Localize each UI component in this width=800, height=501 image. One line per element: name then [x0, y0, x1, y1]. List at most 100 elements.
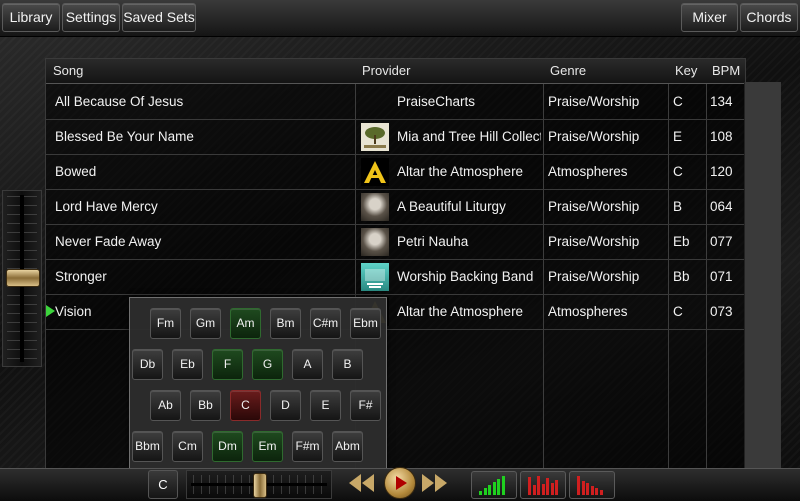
table-row[interactable]: Bowed Altar the Atmosphere Atmospheres C 120	[46, 154, 745, 190]
table-row[interactable]: Lord Have Mercy A Beautiful Liturgy Praise…	[46, 189, 745, 225]
mixer-button[interactable]: Mixer	[681, 3, 738, 32]
table-row[interactable]: Stronger Worship Backing Band Praise/Worsh…	[46, 259, 745, 295]
song-bpm: 108	[710, 129, 733, 144]
chord-key-ebm[interactable]: Ebm	[350, 308, 381, 339]
provider-name: PraiseCharts	[397, 94, 476, 109]
portrait-photo-icon	[361, 228, 389, 256]
chord-key-b[interactable]: B	[332, 349, 363, 380]
song-key: C	[673, 94, 683, 109]
chord-key-cm[interactable]: Cm	[172, 431, 203, 462]
song-title: Lord Have Mercy	[55, 199, 158, 214]
saved-sets-button[interactable]: Saved Sets	[122, 3, 196, 32]
header-key[interactable]: Key	[675, 59, 697, 83]
backing-band-icon	[361, 263, 389, 291]
meter-bar	[590, 486, 594, 495]
chord-key-bb[interactable]: Bb	[190, 390, 221, 421]
chord-key-c[interactable]: C	[230, 390, 261, 421]
meter-bar	[488, 485, 491, 495]
song-bpm: 073	[710, 304, 733, 319]
chord-key-a[interactable]: A	[292, 349, 323, 380]
provider-name: Mia and Tree Hill Collective	[397, 129, 541, 144]
green-level-meter[interactable]	[471, 471, 517, 499]
chord-key-fsharpm[interactable]: F#m	[292, 431, 323, 462]
chord-key-f[interactable]: F	[212, 349, 243, 380]
play-icon	[396, 476, 407, 490]
song-bpm: 077	[710, 234, 733, 249]
song-key: C	[673, 164, 683, 179]
chord-key-d[interactable]: D	[270, 390, 301, 421]
header-bpm[interactable]: BPM	[712, 59, 740, 83]
song-bpm: 134	[710, 94, 733, 109]
chord-key-bbm[interactable]: Bbm	[132, 431, 163, 462]
volume-slider-handle[interactable]	[6, 269, 40, 287]
header-genre[interactable]: Genre	[550, 59, 586, 83]
chord-key-ab[interactable]: Ab	[150, 390, 181, 421]
song-key: Eb	[673, 234, 690, 249]
genre: Praise/Worship	[548, 94, 640, 109]
meter-bar	[595, 488, 598, 495]
meter-bar	[577, 476, 580, 495]
meter-bar	[586, 483, 589, 495]
red-level-meter-2[interactable]	[569, 471, 615, 499]
header-song[interactable]: Song	[53, 59, 83, 83]
chord-key-bm[interactable]: Bm	[270, 308, 301, 339]
genre: Praise/Worship	[548, 234, 640, 249]
chord-key-e[interactable]: E	[310, 390, 341, 421]
chord-key-gm[interactable]: Gm	[190, 308, 221, 339]
provider-name: Petri Nauha	[397, 234, 469, 249]
song-title: Never Fade Away	[55, 234, 162, 249]
chord-key-abm[interactable]: Abm	[332, 431, 363, 462]
chords-button[interactable]: Chords	[740, 3, 798, 32]
now-playing-indicator-icon	[46, 305, 55, 317]
song-key: C	[673, 304, 683, 319]
play-button[interactable]	[384, 467, 416, 499]
header-provider[interactable]: Provider	[362, 59, 410, 83]
song-title: All Because Of Jesus	[55, 94, 184, 109]
meter-bar	[501, 476, 505, 495]
meter-bar	[492, 482, 496, 495]
provider-name: Altar the Atmosphere	[397, 304, 524, 319]
genre: Praise/Worship	[548, 129, 640, 144]
red-level-meter-1[interactable]	[520, 471, 566, 499]
chord-key-fm[interactable]: Fm	[150, 308, 181, 339]
genre: Praise/Worship	[548, 269, 640, 284]
song-key: Bb	[673, 269, 690, 284]
chord-key-am[interactable]: Am	[230, 308, 261, 339]
song-bpm: 064	[710, 199, 733, 214]
portrait-photo-icon	[361, 193, 389, 221]
genre: Atmospheres	[548, 304, 628, 319]
chord-key-fsharp[interactable]: F#	[350, 390, 381, 421]
song-bpm: 071	[710, 269, 733, 284]
key-button[interactable]: C	[148, 470, 178, 499]
meter-bar	[555, 480, 558, 495]
settings-button[interactable]: Settings	[62, 3, 120, 32]
meter-bar	[497, 479, 500, 495]
meter-bar	[528, 477, 531, 495]
library-button[interactable]: Library	[2, 3, 60, 32]
table-row[interactable]: Never Fade Away Petri Nauha Praise/Worship…	[46, 224, 745, 260]
genre: Praise/Worship	[548, 199, 640, 214]
chord-key-em[interactable]: Em	[252, 431, 283, 462]
tree-icon	[361, 123, 389, 151]
provider-name: A Beautiful Liturgy	[397, 199, 506, 214]
chord-key-csharpm[interactable]: C#m	[310, 308, 341, 339]
meter-bar	[599, 490, 603, 495]
meter-bar	[532, 485, 536, 495]
top-toolbar: Library Settings Saved Sets Mixer Chords	[0, 0, 800, 37]
altar-logo-icon	[361, 158, 389, 186]
volume-slider[interactable]	[2, 190, 42, 367]
song-bpm: 120	[710, 164, 733, 179]
table-row[interactable]: All Because Of Jesus PraiseCharts Praise/W…	[46, 84, 745, 120]
meter-bar	[550, 483, 554, 495]
table-scrollbar[interactable]	[744, 82, 781, 468]
pitch-slider[interactable]	[186, 470, 332, 499]
song-title: Stronger	[55, 269, 107, 284]
table-row[interactable]: Blessed Be Your Name Mia and Tree Hill Co…	[46, 119, 745, 155]
chord-key-dm[interactable]: Dm	[212, 431, 243, 462]
chord-key-db[interactable]: Db	[132, 349, 163, 380]
meter-bar	[479, 491, 482, 495]
chord-key-eb[interactable]: Eb	[172, 349, 203, 380]
meter-bar	[546, 478, 549, 495]
pitch-slider-handle[interactable]	[253, 473, 267, 498]
chord-key-g[interactable]: G	[252, 349, 283, 380]
